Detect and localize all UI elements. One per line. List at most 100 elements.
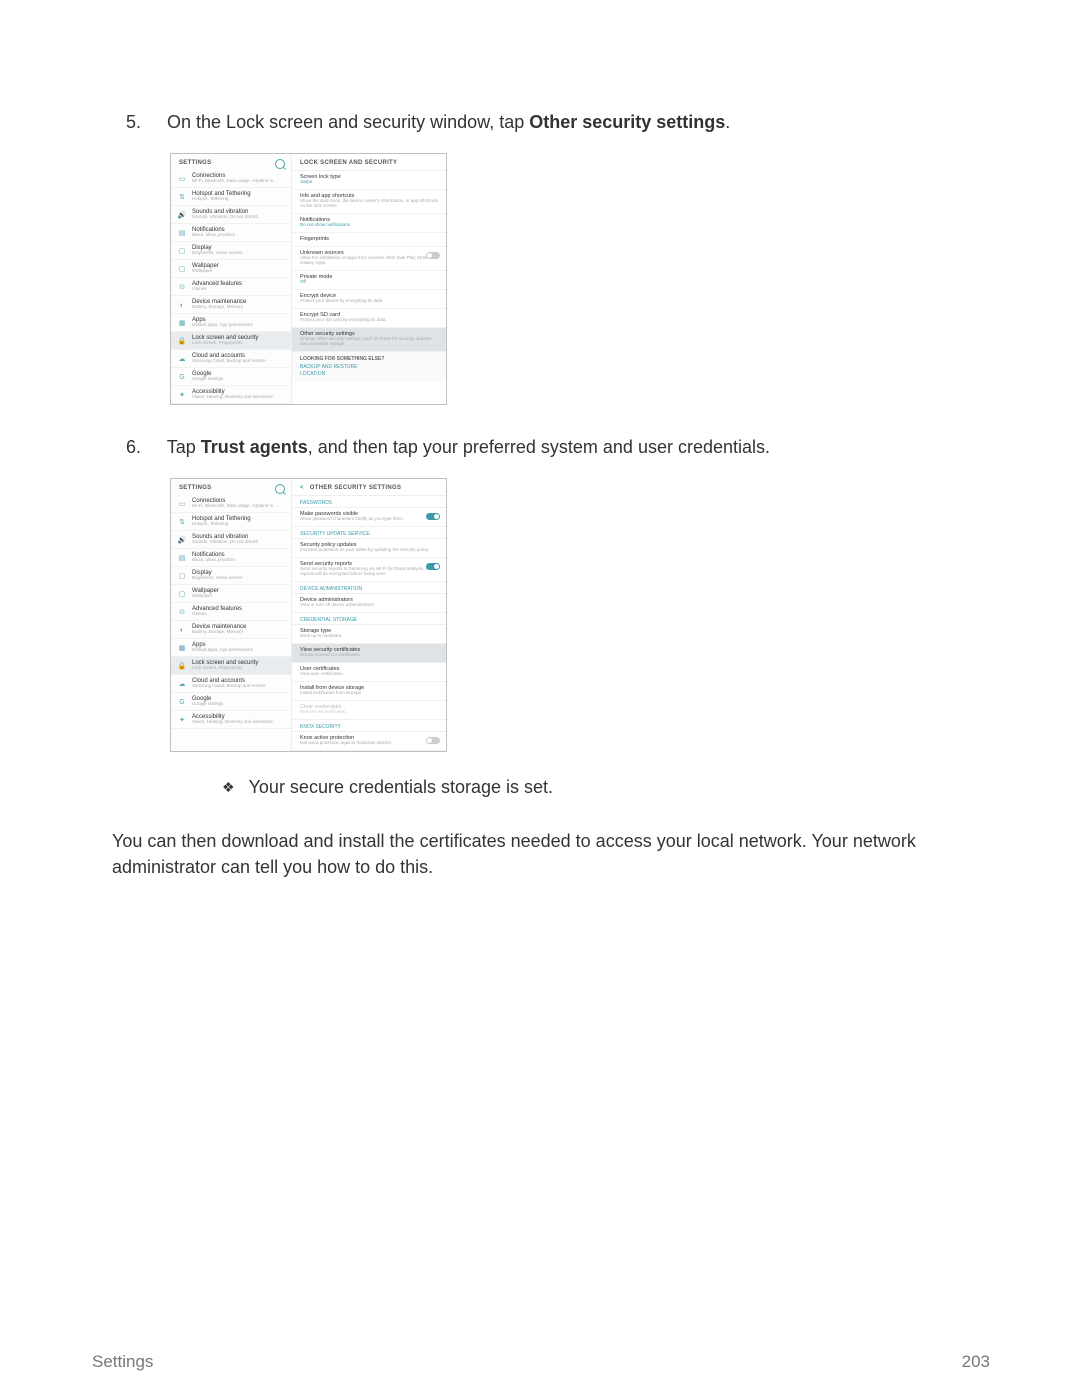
panel-item[interactable]: Encrypt SD cardProtect your SD card by e…: [292, 309, 446, 328]
sidebar-item[interactable]: ✦AccessibilityVision, Hearing, Dexterity…: [171, 386, 291, 404]
sidebar-icon: 🔊: [177, 535, 187, 545]
panel-item[interactable]: Encrypt deviceProtect your device by enc…: [292, 290, 446, 309]
panel-item[interactable]: Make passwords visibleShow password char…: [292, 508, 446, 527]
sidebar-item-sub: Battery, Storage, Memory: [192, 630, 246, 635]
sidebar-item[interactable]: ⇅Hotspot and TetheringHotspot, Tethering: [171, 513, 291, 531]
panel-item-sub: Protect your device by encrypting its da…: [300, 299, 438, 304]
panel-item-sub: View user certificates.: [300, 672, 438, 677]
sidebar-item[interactable]: ◐Device maintenanceBattery, Storage, Mem…: [171, 296, 291, 314]
section-header: KNOX SECURITY: [292, 720, 446, 732]
sidebar-item[interactable]: ◐Device maintenanceBattery, Storage, Mem…: [171, 621, 291, 639]
panel-title: < OTHER SECURITY SETTINGS: [292, 479, 446, 496]
sidebar-icon: ☁: [177, 679, 187, 689]
sidebar-item[interactable]: ▢DisplayBrightness, Home screen: [171, 567, 291, 585]
page-footer: Settings 203: [92, 1352, 990, 1372]
sidebar-item[interactable]: ✦AccessibilityVision, Hearing, Dexterity…: [171, 711, 291, 729]
sidebar-item-sub: Wi-Fi, Bluetooth, Data usage, Airplane m…: [192, 504, 277, 509]
panel-item[interactable]: Screen lock typeSwipe: [292, 171, 446, 190]
step-6: 6. Tap Trust agents, and then tap your p…: [92, 435, 990, 798]
panel-item[interactable]: NotificationsDo not show notifications: [292, 214, 446, 233]
section-header: CREDENTIAL STORAGE: [292, 613, 446, 625]
sidebar-item-sub: Google settings: [192, 377, 223, 382]
panel-item[interactable]: View security certificatesDisplay truste…: [292, 644, 446, 663]
panel-item[interactable]: Security policy updatesIncrease protecti…: [292, 539, 446, 558]
sidebar-item[interactable]: ☁Cloud and accountsSamsung Cloud, Backup…: [171, 675, 291, 693]
panel-item[interactable]: Knox active protectionGet extra protecti…: [292, 732, 446, 751]
sidebar-item-sub: Sounds, Vibration, Do not disturb: [192, 215, 258, 220]
sidebar-item[interactable]: ▤NotificationsBlock, allow, prioritize: [171, 224, 291, 242]
panel-item-sub: Change other security settings, such as …: [300, 337, 438, 347]
panel-item-sub: Increase protection on your tablet by up…: [300, 548, 438, 553]
sidebar-title: SETTINGS: [171, 479, 291, 495]
panel-item[interactable]: Send security reportsSend security repor…: [292, 558, 446, 582]
search-icon[interactable]: [275, 159, 285, 169]
step-number: 5.: [144, 110, 162, 135]
panel-item-sub: Show the dual clock, the device owner's …: [300, 199, 438, 209]
panel-item-sub: Remove all certificates.: [300, 710, 438, 715]
sidebar-icon: ⊙: [177, 282, 187, 292]
panel-title: LOCK SCREEN AND SECURITY: [292, 154, 446, 171]
sidebar-item-sub: Default apps, App permissions: [192, 323, 253, 328]
panel-item-sub: Install certificates from storage.: [300, 691, 438, 696]
sidebar-icon: 🔊: [177, 210, 187, 220]
looking-link-backup[interactable]: BACKUP AND RESTORE: [300, 364, 438, 370]
panel-item-label: Fingerprints: [300, 236, 438, 242]
sidebar-item[interactable]: ▢WallpaperWallpaper: [171, 260, 291, 278]
sidebar-item-sub: Default apps, App permissions: [192, 648, 253, 653]
sidebar-item[interactable]: 🔊Sounds and vibrationSounds, Vibration, …: [171, 206, 291, 224]
sidebar-item-sub: Google settings: [192, 702, 223, 707]
sidebar-item-sub: Games: [192, 612, 242, 617]
sidebar-item-sub: Vision, Hearing, Dexterity and interacti…: [192, 720, 273, 725]
panel-item[interactable]: Private modeOff: [292, 271, 446, 290]
panel-item-sub: View or turn off device administrators.: [300, 603, 438, 608]
panel-item[interactable]: Storage typeBack up to hardware.: [292, 625, 446, 644]
panel-item[interactable]: User certificatesView user certificates.: [292, 663, 446, 682]
sidebar-item[interactable]: 🔒Lock screen and securityLock screen, Fi…: [171, 332, 291, 350]
sidebar-item[interactable]: ⊙Advanced featuresGames: [171, 278, 291, 296]
sidebar-item[interactable]: GGoogleGoogle settings: [171, 368, 291, 386]
sidebar-item[interactable]: ▦AppsDefault apps, App permissions: [171, 639, 291, 657]
sidebar-item[interactable]: ▭ConnectionsWi-Fi, Bluetooth, Data usage…: [171, 170, 291, 188]
looking-link-location[interactable]: LOCATION: [300, 371, 438, 377]
sidebar-icon: ▤: [177, 228, 187, 238]
sidebar-item[interactable]: ▢WallpaperWallpaper: [171, 585, 291, 603]
panel-item-sub: Do not show notifications: [300, 223, 438, 228]
sidebar-item[interactable]: ▢DisplayBrightness, Home screen: [171, 242, 291, 260]
sidebar-item[interactable]: ▤NotificationsBlock, allow, prioritize: [171, 549, 291, 567]
sidebar-item-sub: Block, allow, prioritize: [192, 558, 235, 563]
back-icon[interactable]: <: [300, 485, 304, 491]
sidebar-icon: ⇅: [177, 192, 187, 202]
step-text-bold: Trust agents: [201, 437, 308, 457]
sidebar-item[interactable]: ▭ConnectionsWi-Fi, Bluetooth, Data usage…: [171, 495, 291, 513]
panel-item[interactable]: Install from device storageInstall certi…: [292, 682, 446, 701]
diamond-bullet-icon: ❖: [222, 779, 235, 796]
sidebar-item-sub: Brightness, Home screen: [192, 251, 243, 256]
sidebar-item[interactable]: ☁Cloud and accountsSamsung Cloud, Backup…: [171, 350, 291, 368]
step-text-pre: On the Lock screen and security window, …: [167, 112, 529, 132]
sidebar-item[interactable]: ▦AppsDefault apps, App permissions: [171, 314, 291, 332]
panel-item[interactable]: Device administratorsView or turn off de…: [292, 594, 446, 613]
sidebar-item[interactable]: GGoogleGoogle settings: [171, 693, 291, 711]
panel-item[interactable]: Other security settingsChange other secu…: [292, 328, 446, 352]
sidebar-icon: ▢: [177, 246, 187, 256]
sidebar-item[interactable]: 🔊Sounds and vibrationSounds, Vibration, …: [171, 531, 291, 549]
sidebar-item[interactable]: ⇅Hotspot and TetheringHotspot, Tethering: [171, 188, 291, 206]
closing-paragraph: You can then download and install the ce…: [112, 828, 990, 880]
toggle-switch[interactable]: [426, 563, 440, 570]
sidebar-item-sub: Hotspot, Tethering: [192, 522, 251, 527]
search-icon[interactable]: [275, 484, 285, 494]
panel-item[interactable]: Unknown sourcesAllow the installation of…: [292, 247, 446, 271]
sidebar-item-sub: Lock screen, Fingerprints: [192, 341, 258, 346]
toggle-switch[interactable]: [426, 737, 440, 744]
sidebar-item-sub: Samsung Cloud, Backup and restore: [192, 684, 266, 689]
sidebar-item[interactable]: ⊙Advanced featuresGames: [171, 603, 291, 621]
panel-item[interactable]: Info and app shortcutsShow the dual cloc…: [292, 190, 446, 214]
toggle-switch[interactable]: [426, 513, 440, 520]
panel-item[interactable]: Fingerprints: [292, 233, 446, 247]
sidebar-icon: ✦: [177, 715, 187, 725]
other-security-panel: < OTHER SECURITY SETTINGS PASSWORDSMake …: [292, 479, 446, 750]
sidebar-item[interactable]: 🔒Lock screen and securityLock screen, Fi…: [171, 657, 291, 675]
toggle-switch[interactable]: [426, 252, 440, 259]
sidebar-item-sub: Block, allow, prioritize: [192, 233, 235, 238]
sidebar-item-sub: Games: [192, 287, 242, 292]
